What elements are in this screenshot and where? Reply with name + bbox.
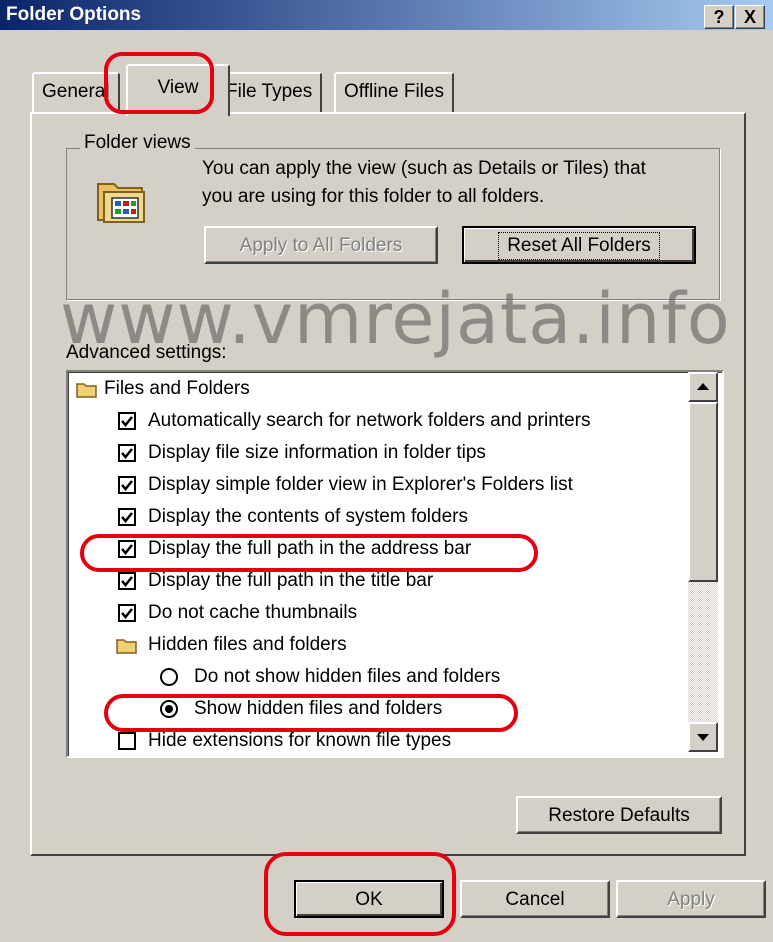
- window-title: Folder Options: [6, 4, 142, 25]
- checkbox[interactable]: [118, 732, 136, 750]
- apply-button[interactable]: Apply: [616, 880, 766, 918]
- list-item-label: Display the full path in the title bar: [148, 570, 434, 591]
- checkbox[interactable]: [118, 412, 136, 430]
- radio-button[interactable]: [160, 700, 178, 718]
- list-item-label: Hidden files and folders: [148, 634, 347, 655]
- list-item-label: Display the contents of system folders: [148, 506, 468, 527]
- advanced-settings-label: Advanced settings:: [66, 342, 227, 363]
- list-item-label: Do not show hidden files and folders: [194, 666, 501, 687]
- restore-defaults-button[interactable]: Restore Defaults: [516, 796, 722, 834]
- checkbox[interactable]: [118, 572, 136, 590]
- checkbox[interactable]: [118, 540, 136, 558]
- scroll-up-button[interactable]: [688, 372, 718, 402]
- folder-views-description-line2: you are using for this folder to all fol…: [202, 186, 545, 207]
- list-item-label: Do not cache thumbnails: [148, 602, 358, 623]
- arrow-down-icon: [697, 734, 709, 741]
- folder-icon: [76, 383, 97, 398]
- folder-views-legend: Folder views: [80, 132, 195, 154]
- reset-all-folders-label: Reset All Folders: [498, 232, 660, 260]
- list-item-label: Files and Folders: [104, 378, 250, 399]
- arrow-up-icon: [697, 383, 709, 390]
- reset-all-folders-button[interactable]: Reset All Folders: [462, 226, 696, 264]
- list-item-label: Display file size information in folder …: [148, 442, 486, 463]
- tab-file-types[interactable]: File Types: [216, 72, 323, 114]
- folder-views-description-line1: You can apply the view (such as Details …: [202, 158, 646, 179]
- list-item-label: Hide extensions for known file types: [148, 730, 452, 751]
- advanced-settings-list[interactable]: Files and Folders Automatically search f…: [66, 370, 724, 758]
- list-scrollbar[interactable]: [688, 372, 718, 752]
- list-item-label: Display simple folder view in Explorer's…: [148, 474, 573, 495]
- cancel-button[interactable]: Cancel: [460, 880, 610, 918]
- checkbox[interactable]: [118, 444, 136, 462]
- tab-offline-files[interactable]: Offline Files: [334, 72, 454, 114]
- checkbox[interactable]: [118, 604, 136, 622]
- checkbox[interactable]: [118, 476, 136, 494]
- tab-general[interactable]: General: [32, 72, 120, 114]
- close-button[interactable]: X: [735, 5, 765, 29]
- apply-to-all-folders-button[interactable]: Apply to All Folders: [204, 226, 438, 264]
- list-item-label: Show hidden files and folders: [194, 698, 443, 719]
- scroll-thumb[interactable]: [688, 402, 718, 582]
- tab-view[interactable]: View: [126, 64, 230, 116]
- help-button[interactable]: ?: [704, 5, 734, 29]
- list-item-label: Display the full path in the address bar: [148, 538, 472, 559]
- checkbox[interactable]: [118, 508, 136, 526]
- radio-button[interactable]: [160, 668, 178, 686]
- folder-views-icon: [92, 170, 152, 230]
- scroll-down-button[interactable]: [688, 722, 718, 752]
- folder-icon: [116, 639, 137, 654]
- ok-button[interactable]: OK: [294, 880, 444, 918]
- list-item-label: Automatically search for network folders…: [148, 410, 591, 431]
